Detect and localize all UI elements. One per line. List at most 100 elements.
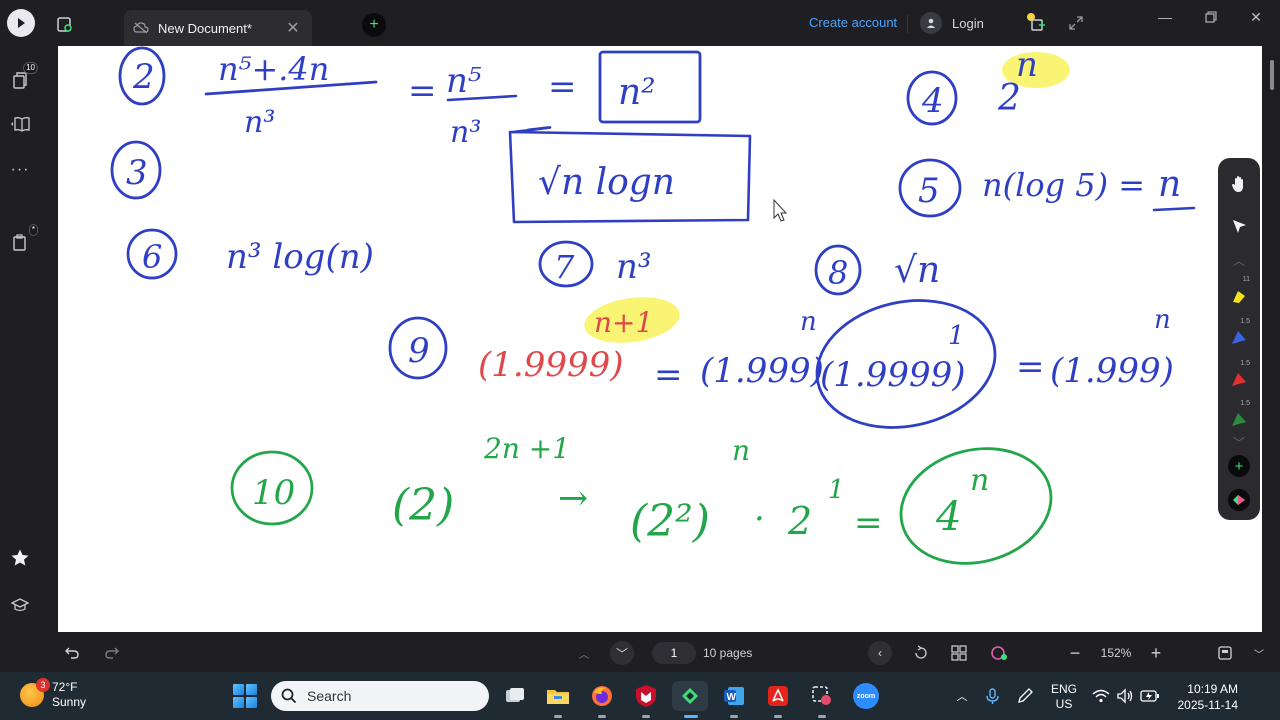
zoom-in-button[interactable]: +	[1145, 641, 1167, 665]
grid-view-icon[interactable]	[948, 641, 970, 665]
zoom-icon[interactable]: zoom	[851, 681, 881, 711]
q9-part2-exponent: 1	[948, 321, 965, 351]
add-tool-icon[interactable]: +	[1225, 452, 1253, 480]
q10-part1: (2²)	[630, 496, 710, 547]
tray-overflow-icon[interactable]: ︿	[952, 684, 972, 708]
time: 10:19 AM	[1187, 682, 1238, 696]
minimize-button[interactable]: —	[1150, 6, 1180, 28]
os-taskbar: 3 72°F Sunny Search W zoom ︿ ENG US 10:1…	[0, 672, 1280, 720]
expand-icon[interactable]	[1065, 12, 1087, 34]
voice-access-icon[interactable]	[982, 684, 1004, 708]
app-window: New Document* ✕ + Create account Login —…	[0, 0, 1280, 720]
pen-blue-icon[interactable]: 1.5	[1225, 318, 1253, 352]
clock[interactable]: 10:19 AM 2025-11-14	[1172, 681, 1239, 713]
q6-number: 6	[142, 238, 162, 276]
acrobat-icon[interactable]	[763, 681, 793, 711]
login-button[interactable]: Login	[920, 11, 984, 35]
pen-menu-icon[interactable]	[1014, 684, 1036, 708]
book-icon[interactable]	[6, 110, 34, 138]
previous-page-button[interactable]: ‹	[868, 641, 892, 665]
mcafee-icon[interactable]	[631, 681, 661, 711]
q10-equals: =	[854, 503, 883, 543]
fit-page-icon[interactable]	[1214, 641, 1236, 665]
create-account-link[interactable]: Create account	[809, 15, 897, 30]
q9-part1-exponent: n	[800, 307, 817, 337]
q5-expression: n(log 5) =	[982, 166, 1145, 204]
pages-icon[interactable]: 10	[6, 62, 38, 94]
divider	[907, 15, 908, 33]
zoom-level[interactable]: 152%	[1096, 641, 1136, 665]
snipping-tool-icon[interactable]	[807, 681, 837, 711]
q9-equals-2: =	[1016, 347, 1045, 387]
active-app-indicator	[684, 715, 698, 718]
language-code: ENG	[1051, 682, 1078, 696]
select-tool-icon[interactable]	[1225, 212, 1253, 240]
language-indicator[interactable]: ENG US	[1051, 682, 1077, 712]
q9-part1: (1.999)	[700, 351, 824, 391]
q2-equals-2: =	[548, 67, 577, 107]
graduation-cap-icon[interactable]	[6, 591, 34, 619]
weather-badge: 3	[36, 678, 50, 692]
cloud-sync-icon[interactable]	[52, 12, 76, 36]
more-icon[interactable]: ···	[6, 156, 34, 184]
star-icon[interactable]	[6, 544, 34, 572]
search-icon	[281, 688, 297, 704]
firefox-icon[interactable]	[587, 681, 617, 711]
close-tab-icon[interactable]: ✕	[282, 17, 304, 39]
q2-equals-1: =	[408, 71, 437, 111]
q10-dot: ·	[754, 499, 765, 539]
q2-mid-numerator: n⁵	[446, 61, 482, 101]
palette-icon[interactable]	[988, 641, 1012, 665]
redo-icon[interactable]	[100, 641, 124, 665]
pen-red-size: 1.5	[1240, 360, 1250, 367]
restore-button[interactable]	[1196, 6, 1226, 28]
tab-document[interactable]: New Document* ✕	[124, 10, 312, 46]
mcafee-running-indicator	[642, 715, 650, 718]
weather-widget[interactable]: 3 72°F Sunny	[20, 678, 86, 710]
page-down-button[interactable]: ﹀	[610, 641, 634, 665]
q6-expression: n³ log(n)	[226, 237, 374, 277]
q10-answer-circle	[899, 447, 1053, 565]
hand-tool-icon[interactable]	[1225, 170, 1253, 198]
whiteboard-app-icon[interactable]	[672, 681, 708, 711]
close-window-button[interactable]: ✕	[1241, 6, 1271, 28]
clipboard-icon[interactable]: *	[6, 224, 38, 256]
vertical-scrollbar[interactable]	[1270, 60, 1274, 90]
app-logo[interactable]	[7, 9, 35, 37]
undo-icon[interactable]	[60, 641, 84, 665]
previous-page-up-icon[interactable]: ︿	[574, 641, 594, 665]
wifi-icon[interactable]	[1090, 684, 1112, 708]
highlighter-yellow-icon[interactable]: 11	[1225, 276, 1253, 310]
firefox-running-indicator	[598, 715, 606, 718]
q2-number: 2	[132, 57, 155, 97]
pen-red-icon[interactable]: 1.5	[1225, 360, 1253, 394]
zoom-out-button[interactable]: −	[1064, 641, 1086, 665]
page-count: 10 pages	[703, 646, 753, 660]
volume-icon[interactable]	[1114, 684, 1136, 708]
more-options-chevron-icon[interactable]: ﹀	[1248, 641, 1270, 665]
pen-blue-size: 1.5	[1240, 318, 1250, 325]
task-view-icon[interactable]	[500, 681, 530, 711]
eraser-icon[interactable]	[1225, 486, 1253, 514]
play-icon	[18, 18, 25, 28]
lightbulb-icon[interactable]	[1022, 10, 1048, 36]
whiteboard-canvas[interactable]: 2 n⁵+.4n n³ = n⁵ n³ = n² 3 √n logn 4 2 n…	[58, 46, 1262, 632]
mouse-cursor	[773, 198, 788, 222]
word-icon[interactable]: W	[719, 681, 749, 711]
page-number-input[interactable]: 1	[652, 642, 696, 664]
collapse-up-icon[interactable]: ︿	[1225, 246, 1253, 274]
q7-number: 7	[554, 248, 575, 286]
file-explorer-icon[interactable]	[543, 681, 573, 711]
rotate-icon[interactable]	[910, 641, 932, 665]
q10-number: 10	[252, 473, 295, 513]
start-button[interactable]	[233, 684, 257, 708]
acrobat-running-indicator	[774, 715, 782, 718]
q8-number: 8	[828, 254, 848, 292]
cloud-off-icon	[132, 19, 150, 37]
q8-expression: √n	[894, 250, 940, 291]
new-tab-button[interactable]: +	[362, 13, 386, 37]
q9-exponent: n+1	[594, 306, 653, 339]
q10-part1-exponent: n	[732, 434, 750, 467]
battery-icon[interactable]	[1138, 684, 1162, 708]
taskbar-search[interactable]: Search	[271, 681, 489, 711]
